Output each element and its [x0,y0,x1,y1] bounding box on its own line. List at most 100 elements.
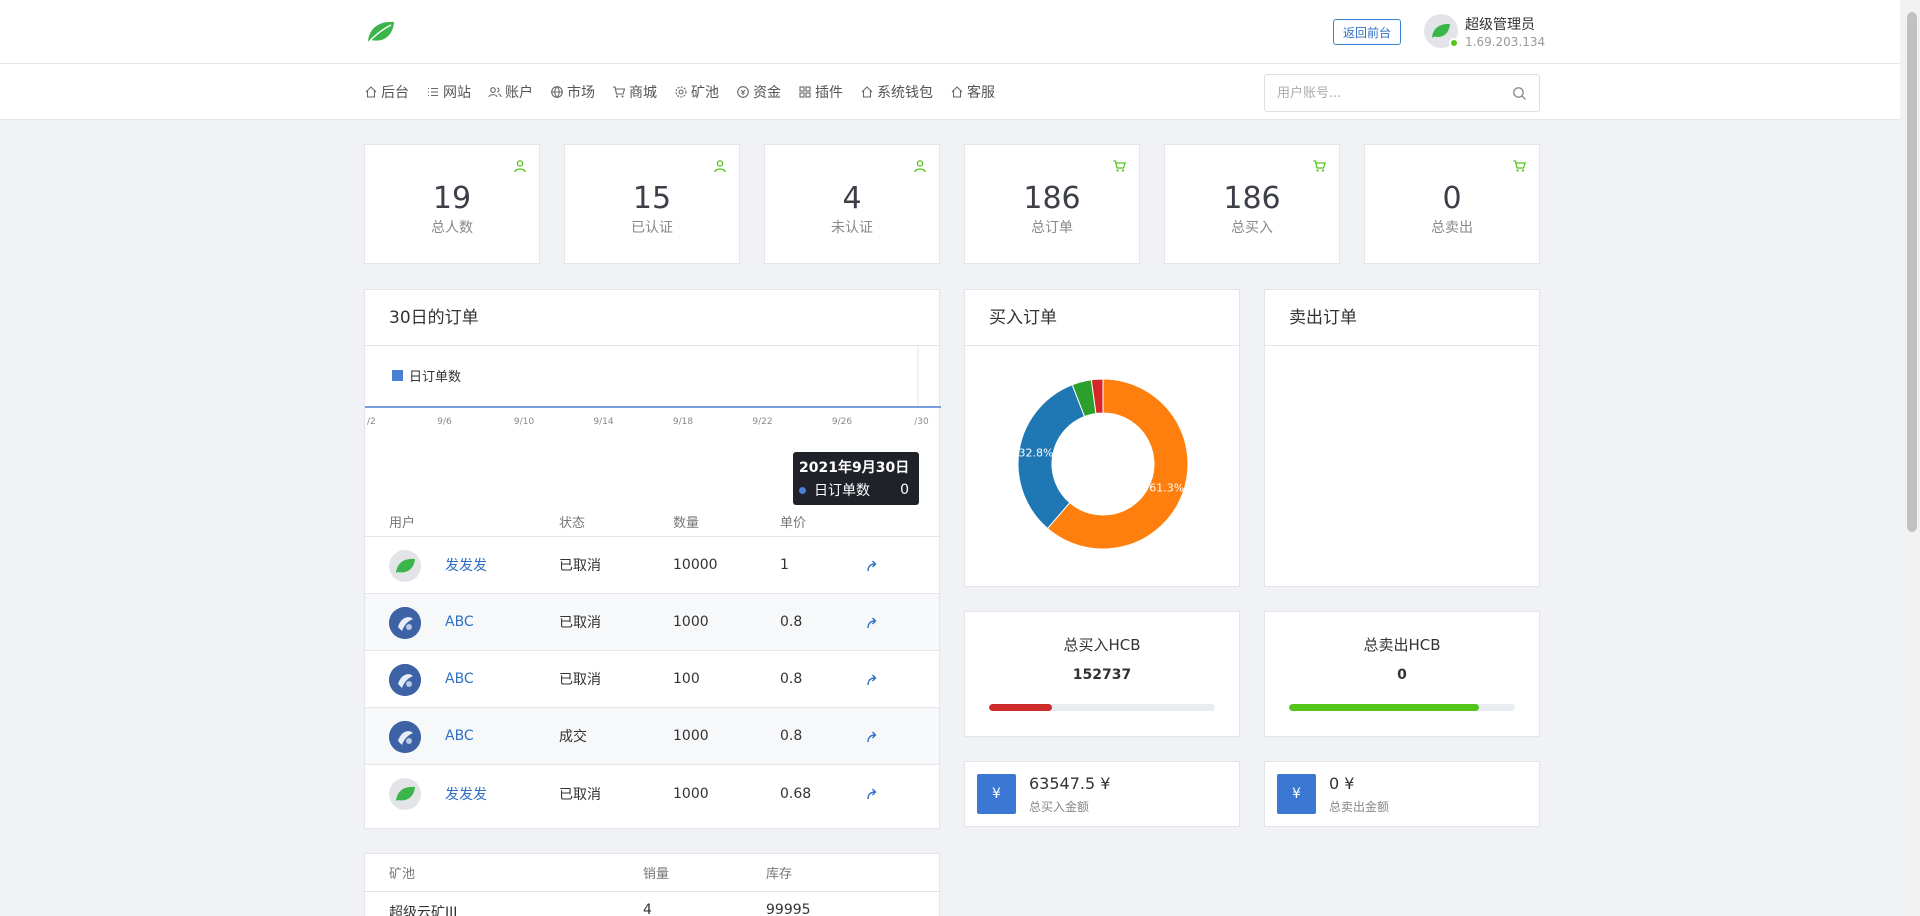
nav-item-system-wallet[interactable]: 系统钱包 [860,82,933,102]
nav-item-pool[interactable]: 矿池 [674,82,719,102]
x-tick-label: 9/10 [514,417,534,427]
stat-card-total-orders: 186 总订单 [964,144,1140,264]
share-icon[interactable] [865,673,879,687]
table-row[interactable]: 超级云矿III 4 99995 [365,892,939,916]
order-status: 已取消 [559,558,601,574]
back-to-front-button[interactable]: 返回前台 [1333,19,1401,45]
hcb-sell-progress [1289,704,1515,711]
table-row[interactable]: 发发发 已取消 10000 1 [365,537,939,594]
stat-card-unverified: 4 未认证 [764,144,940,264]
stat-label: 总人数 [431,220,473,236]
nav-item-funds[interactable]: 资金 [736,82,781,102]
leaf-logo-icon[interactable] [365,18,397,46]
main-nav: 后台 网站 账户 市场 商城 矿池 资金 插件 系统钱包 客服 [364,64,1012,120]
admin-ip: 1.69.203.134 [1465,35,1546,49]
stat-value: 186 [1023,181,1081,216]
order-status: 已取消 [559,615,601,631]
nav-item-label: 矿池 [691,85,719,101]
order-qty: 10000 [673,557,718,573]
table-row[interactable]: ABC 已取消 100 0.8 [365,651,939,708]
hcb-sell-card: 总卖出HCB 0 [1264,611,1540,737]
nav-item-market[interactable]: 市场 [550,82,595,102]
cart-icon [1513,160,1526,172]
search-icon[interactable] [1512,86,1527,101]
stat-card-total-users: 19 总人数 [364,144,540,264]
col-sales: 销量 [643,867,670,882]
buy-orders-donut-chart[interactable]: 61.3% 32.8% [965,347,1241,587]
order-user-link[interactable]: ABC [445,614,474,630]
table-row[interactable]: ABC 成交 1000 0.8 [365,708,939,765]
x-tick-label: /2 [367,417,376,427]
cart-icon [613,86,626,98]
stat-value: 0 [1442,181,1462,216]
order-price: 0.8 [780,614,803,630]
col-status: 状态 [559,516,586,531]
home-icon [365,86,377,98]
grid-icon [799,86,811,98]
buy-amount-card: ¥ 63547.5 ¥ 总买入金额 [964,761,1240,827]
tooltip-series-name: 日订单数 [814,483,870,499]
coin-icon [737,86,749,98]
orders-line-chart[interactable]: /2 9/6 9/10 9/14 9/18 9/22 9/26/30 [365,346,941,446]
col-stock: 库存 [766,867,793,882]
avatar [389,664,421,696]
share-icon[interactable] [865,730,879,744]
order-user-link[interactable]: ABC [445,671,474,687]
scrollbar-thumb[interactable] [1907,12,1917,532]
admin-name[interactable]: 超级管理员 [1465,14,1535,34]
panel-title: 买入订单 [965,290,1239,346]
nav-item-customer-service[interactable]: 客服 [950,82,995,102]
avatar [389,778,421,810]
user-search-box [1264,74,1540,112]
x-tick-label: 9/22 [752,417,772,427]
admin-avatar[interactable] [1424,14,1459,48]
order-user-link[interactable]: 发发发 [445,784,487,804]
nav-item-mall[interactable]: 商城 [612,82,657,102]
x-tick-label: /30 [914,417,929,427]
pool-table-panel: 矿池 销量 库存 超级云矿III 4 99995 [364,853,940,916]
avatar [389,607,421,639]
tooltip-value: 0 [900,482,909,498]
nav-item-dashboard[interactable]: 后台 [364,82,409,102]
panel-title: 卖出订单 [1265,290,1539,346]
stat-label: 未认证 [831,220,873,236]
stat-label: 总买入 [1231,220,1273,236]
leaf-avatar-icon [396,786,415,801]
nav-item-accounts[interactable]: 账户 [488,82,533,102]
hcb-buy-progress [989,704,1215,711]
order-status: 已取消 [559,672,601,688]
order-user-link[interactable]: ABC [445,728,474,744]
stat-value: 15 [632,181,672,216]
nav-item-label: 网站 [443,85,471,101]
nav-item-plugins[interactable]: 插件 [798,82,843,102]
order-user-link[interactable]: 发发发 [445,555,487,575]
nav-item-label: 系统钱包 [877,85,933,101]
hcb-sell-title: 总卖出HCB [1363,636,1441,654]
nav-item-label: 市场 [567,85,595,101]
leaf-avatar-icon [396,558,415,573]
donut-slice-label: 61.3% [1149,482,1184,495]
order-price: 0.8 [780,728,803,744]
col-price: 单价 [780,516,807,531]
stat-value: 186 [1223,181,1281,216]
x-tick-label: 9/18 [673,417,693,427]
table-row[interactable]: 发发发 已取消 1000 0.68 [365,765,939,822]
list-icon [428,87,438,97]
user-icon [914,160,926,173]
share-icon[interactable] [865,787,879,801]
col-user: 用户 [389,516,416,531]
x-tick-label: 9/26 [832,417,852,427]
hcb-buy-title: 总买入HCB [1063,636,1141,654]
nav-item-website[interactable]: 网站 [426,82,471,102]
nav-item-label: 插件 [815,85,843,101]
panel-title: 30日的订单 [365,290,939,346]
share-icon[interactable] [865,616,879,630]
share-icon[interactable] [865,559,879,573]
stat-label: 已认证 [631,220,673,236]
order-qty: 100 [673,671,700,687]
blue-avatar-icon [389,721,421,753]
orders-table-header: 用户 状态 数量 单价 [365,507,939,537]
page-scrollbar[interactable] [1904,0,1920,916]
user-search-input[interactable] [1265,75,1495,111]
table-row[interactable]: ABC 已取消 1000 0.8 [365,594,939,651]
